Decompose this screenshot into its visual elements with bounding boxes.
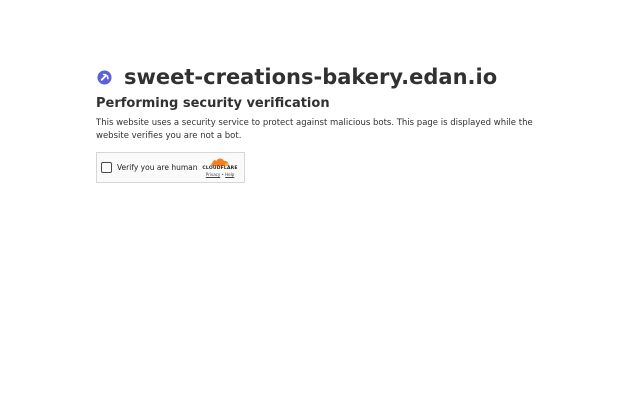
verify-checkbox[interactable] (101, 162, 112, 173)
cloudflare-wordmark: CLOUDFLARE (202, 166, 238, 171)
turnstile-widget: Verify you are human CLOUDFLARE Privacy … (96, 152, 245, 183)
privacy-link[interactable]: Privacy (206, 172, 220, 177)
cloudflare-brand: CLOUDFLARE Privacy • Help (200, 157, 240, 177)
verification-page: sweet-creations-bakery.edan.io Performin… (0, 0, 640, 400)
site-favicon-icon (96, 69, 112, 85)
main-content: sweet-creations-bakery.edan.io Performin… (96, 62, 556, 142)
cloudflare-links: Privacy • Help (200, 172, 240, 177)
link-separator: • (221, 172, 224, 177)
help-link[interactable]: Help (225, 172, 234, 177)
verification-description: This website uses a security service to … (96, 118, 533, 141)
verify-label: Verify you are human (117, 163, 198, 172)
verification-heading: Performing security verification (96, 96, 330, 111)
site-domain-title: sweet-creations-bakery.edan.io (124, 65, 498, 89)
site-header: sweet-creations-bakery.edan.io (96, 62, 556, 92)
